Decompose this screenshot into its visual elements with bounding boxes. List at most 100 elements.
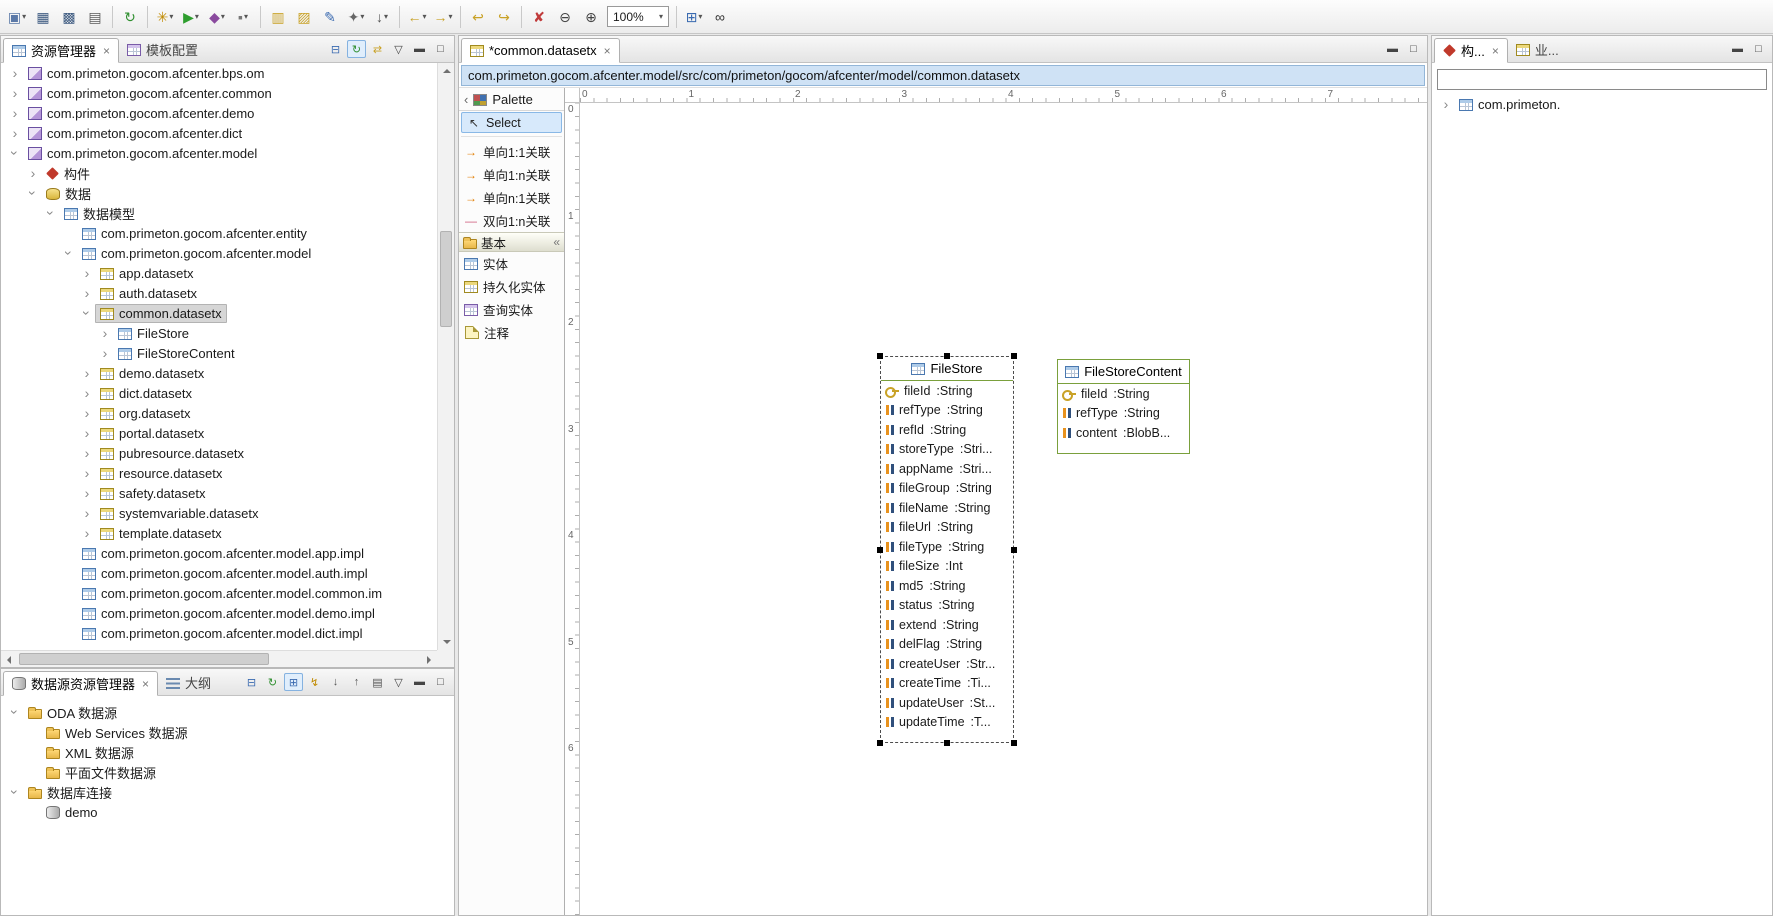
tree-item[interactable]: ›com.primeton.gocom.afcenter.bps.om (1, 63, 437, 83)
tree-item[interactable]: com.primeton.gocom.afcenter.model.app.im… (1, 543, 437, 563)
entity-field[interactable]: refId:String (881, 420, 1013, 440)
expander-icon[interactable]: › (79, 446, 95, 460)
expander-icon[interactable]: › (8, 704, 22, 720)
tree-item[interactable]: ›dict.datasetx (1, 383, 437, 403)
entity-title[interactable]: FileStoreContent (1058, 360, 1189, 384)
breadcrumb[interactable]: com.primeton.gocom.afcenter.model/src/co… (461, 65, 1425, 86)
tree-item[interactable]: ›com.primeton.gocom.afcenter.dict (1, 123, 437, 143)
tree-item[interactable]: ›FileStore (1, 323, 437, 343)
zoom-in-button[interactable]: ⊕ (579, 5, 603, 29)
tree-item[interactable]: ›safety.datasetx (1, 483, 437, 503)
expander-icon[interactable]: › (7, 86, 23, 100)
entity-field[interactable]: fileUrl:String (881, 518, 1013, 538)
tree-item[interactable]: XML 数据源 (1, 742, 454, 762)
selection-handle[interactable] (1011, 353, 1017, 359)
entity-title[interactable]: FileStore (881, 357, 1013, 381)
palette-tool[interactable]: 查询实体 (459, 298, 564, 321)
redo-button[interactable]: ↪ (492, 5, 516, 29)
refresh-button[interactable]: ↻ (118, 5, 142, 29)
close-icon[interactable]: × (604, 44, 611, 58)
entity-FileStoreContent[interactable]: FileStoreContentfileId:StringrefType:Str… (1057, 359, 1190, 454)
minimize-button[interactable]: ▬ (1728, 40, 1747, 58)
expander-icon[interactable]: › (62, 245, 76, 261)
delete-button[interactable]: ✘ (527, 5, 551, 29)
expander-icon[interactable]: › (79, 386, 95, 400)
entity-field[interactable]: updateTime:T... (881, 713, 1013, 733)
palette-tool[interactable]: →单向n:1关联 (459, 186, 564, 209)
layout-button[interactable]: ⊞▾ (682, 5, 706, 29)
zoom-out-button[interactable]: ⊖ (553, 5, 577, 29)
new-wizard-button[interactable]: ✳▾ (153, 5, 177, 29)
tab-business-lib[interactable]: 业... (1508, 37, 1567, 62)
selection-handle[interactable] (1011, 547, 1017, 553)
palette-tool[interactable]: ―双向1:n关联 (459, 209, 564, 232)
import-config-button[interactable]: ↓ (326, 673, 345, 691)
link-with-editor-button[interactable]: ↻ (263, 673, 282, 691)
tab-common-datasetx[interactable]: *common.datasetx× (461, 38, 620, 63)
expander-icon[interactable]: › (79, 466, 95, 480)
tree-item[interactable]: com.primeton.gocom.afcenter.model.demo.i… (1, 603, 437, 623)
expander-icon[interactable]: › (79, 406, 95, 420)
palette-tool[interactable]: ↖Select (461, 112, 562, 133)
tree-item[interactable]: ›systemvariable.datasetx (1, 503, 437, 523)
expander-icon[interactable]: › (79, 506, 95, 520)
entity-field[interactable]: fileSize:Int (881, 557, 1013, 577)
tab-component-lib[interactable]: 构...× (1434, 38, 1508, 63)
entity-field[interactable]: fileType:String (881, 537, 1013, 557)
close-icon[interactable]: × (103, 44, 110, 58)
selection-handle[interactable] (944, 740, 950, 746)
forward-button[interactable]: →▾ (431, 5, 455, 29)
back-button[interactable]: ←▾ (405, 5, 429, 29)
tree-item[interactable]: ›数据 (1, 183, 437, 203)
entity-field[interactable]: createUser:Str... (881, 654, 1013, 674)
next-edit-button[interactable]: ↓▾ (370, 5, 394, 29)
palette-drawer-basic[interactable]: 基本 « (459, 232, 564, 252)
expander-icon[interactable]: › (79, 486, 95, 500)
close-icon[interactable]: × (142, 677, 149, 691)
refresh-button[interactable]: ↯ (305, 673, 324, 691)
profile-button[interactable]: ◆▾ (205, 5, 229, 29)
entity-field[interactable]: fileGroup:String (881, 479, 1013, 499)
tree-item[interactable]: ›FileStoreContent (1, 343, 437, 363)
drawer-pin-icon[interactable]: « (553, 235, 560, 249)
tree-item[interactable]: com.primeton.gocom.afcenter.model.dict.i… (1, 623, 437, 643)
scrollbar-thumb[interactable] (440, 231, 452, 327)
diagram-canvas[interactable]: FileStorefileId:StringrefType:StringrefI… (580, 103, 1427, 915)
tree-item[interactable]: ›com.primeton.gocom.afcenter.model (1, 143, 437, 163)
palette-tool[interactable]: 实体 (459, 252, 564, 275)
entity-field[interactable]: fileId:String (881, 381, 1013, 401)
expander-icon[interactable]: › (8, 784, 22, 800)
expander-icon[interactable]: › (44, 205, 58, 221)
selection-handle[interactable] (877, 547, 883, 553)
tree-item[interactable]: ›resource.datasetx (1, 463, 437, 483)
horizontal-scrollbar[interactable] (1, 650, 437, 667)
expander-icon[interactable]: › (80, 305, 94, 321)
tree-item[interactable]: ›数据模型 (1, 203, 437, 223)
entity-field[interactable]: createTime:Ti... (881, 674, 1013, 694)
minimize-button[interactable]: ▬ (410, 673, 429, 691)
collapse-all-button[interactable]: ⊟ (326, 40, 345, 58)
tree-item[interactable]: com.primeton.gocom.afcenter.model.auth.i… (1, 563, 437, 583)
undo-button[interactable]: ↩ (466, 5, 490, 29)
package-new-button[interactable]: ▨ (292, 5, 316, 29)
run-button[interactable]: ▶▾ (179, 5, 203, 29)
package-button[interactable]: ▥ (266, 5, 290, 29)
export-config-button[interactable]: ↑ (347, 673, 366, 691)
entity-FileStore[interactable]: FileStorefileId:StringrefType:StringrefI… (880, 356, 1014, 743)
scroll-left-button[interactable] (1, 651, 17, 667)
maximize-button[interactable]: □ (431, 673, 450, 691)
tab-resource-explorer[interactable]: 资源管理器× (3, 38, 119, 63)
expander-icon[interactable]: › (79, 266, 95, 280)
expander-icon[interactable]: › (79, 366, 95, 380)
expander-icon[interactable]: › (79, 286, 95, 300)
open-element-button[interactable]: ✎ (318, 5, 342, 29)
view-menu-button[interactable]: ▽ (389, 673, 408, 691)
expander-icon[interactable]: › (7, 66, 23, 80)
scroll-right-button[interactable] (421, 651, 437, 667)
tab-template-config[interactable]: 模板配置 (119, 37, 206, 62)
palette-collapse-button[interactable]: ‹ (464, 92, 468, 107)
palette-tool[interactable]: 持久化实体 (459, 275, 564, 298)
search-button[interactable]: ∞ (708, 5, 732, 29)
expander-icon[interactable]: › (97, 326, 113, 340)
tree-item[interactable]: Web Services 数据源 (1, 722, 454, 742)
